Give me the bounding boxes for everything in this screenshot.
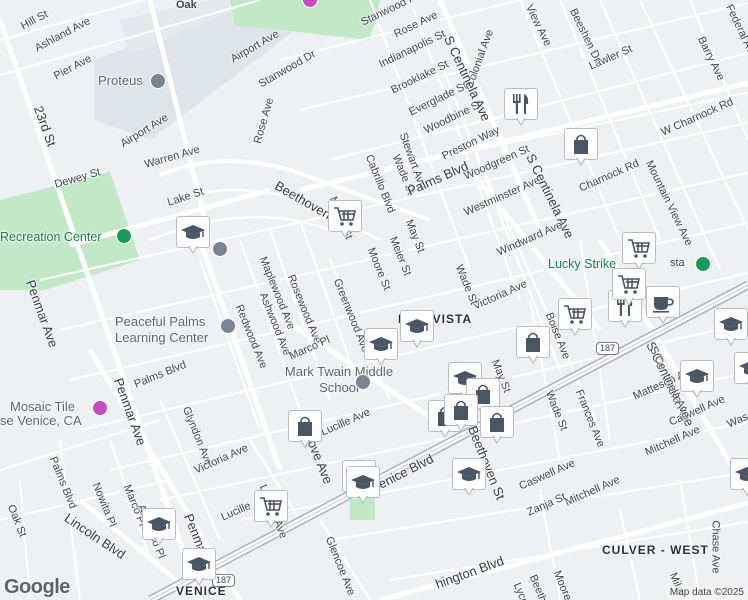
restaurant-pin-icon[interactable] bbox=[504, 88, 538, 128]
school-pin-icon[interactable] bbox=[452, 458, 486, 498]
map-view[interactable]: Hill St Ashland Ave Pier Ave 23rd St Pro… bbox=[0, 0, 748, 600]
mark-twain-marker-icon[interactable] bbox=[355, 374, 371, 390]
proteus-marker-icon[interactable] bbox=[150, 73, 166, 89]
label-mark-twain: Mark Twain Middle School bbox=[284, 364, 394, 395]
label-chase-ave: Chase Ave bbox=[709, 520, 722, 574]
label-oak-top: Oak bbox=[176, 0, 197, 11]
shopping-pin-icon[interactable] bbox=[516, 326, 550, 366]
school-marker-icon[interactable] bbox=[212, 241, 228, 257]
label-recreation-center: Recreation Center bbox=[0, 230, 102, 244]
school-pin-icon[interactable] bbox=[734, 352, 748, 392]
school-pin-icon[interactable] bbox=[176, 216, 210, 256]
grocery-pin-icon[interactable] bbox=[612, 268, 646, 308]
grocery-pin-icon[interactable] bbox=[328, 200, 362, 240]
google-logo: Google bbox=[4, 576, 70, 598]
school-pin-icon[interactable] bbox=[680, 360, 714, 400]
label-venice-ca: se Venice, CA bbox=[0, 413, 82, 428]
grocery-pin-icon[interactable] bbox=[622, 232, 656, 272]
label-peaceful-palms: Peaceful Palms Learning Center bbox=[115, 314, 209, 345]
label-lucky-strike: Lucky Strike bbox=[548, 257, 617, 271]
shopping-pin-icon[interactable] bbox=[288, 410, 322, 450]
cafe-pin-icon[interactable] bbox=[646, 286, 680, 326]
school-pin-icon[interactable] bbox=[182, 548, 216, 588]
mosaic-tile-marker-icon[interactable] bbox=[92, 400, 108, 416]
label-culver-west: CULVER - WEST bbox=[602, 543, 709, 557]
label-bis-sta: sta bbox=[670, 257, 685, 269]
school-pin-icon[interactable] bbox=[400, 310, 434, 350]
school-pin-icon[interactable] bbox=[714, 308, 748, 348]
route-187-shield-right: 187 bbox=[596, 342, 620, 355]
school-pin-icon[interactable] bbox=[364, 328, 398, 368]
grocery-pin-icon[interactable] bbox=[254, 490, 288, 530]
label-mosaic-tile: Mosaic Tile bbox=[10, 399, 76, 414]
school-pin-icon[interactable] bbox=[730, 458, 748, 498]
school-pin-icon[interactable] bbox=[142, 508, 176, 548]
peaceful-palms-marker-icon[interactable] bbox=[220, 318, 236, 334]
shopping-pin-icon[interactable] bbox=[480, 406, 514, 446]
map-data-credit[interactable]: Map data ©2025 bbox=[665, 586, 748, 600]
recreation-center-marker-icon[interactable] bbox=[116, 228, 132, 244]
lucky-strike-marker-icon[interactable] bbox=[695, 256, 711, 272]
shopping-pin-icon[interactable] bbox=[564, 128, 598, 168]
shopping-pin-icon[interactable] bbox=[444, 394, 478, 434]
grocery-pin-icon[interactable] bbox=[558, 298, 592, 338]
school-pin-icon[interactable] bbox=[346, 466, 380, 506]
label-proteus: Proteus bbox=[98, 73, 143, 88]
